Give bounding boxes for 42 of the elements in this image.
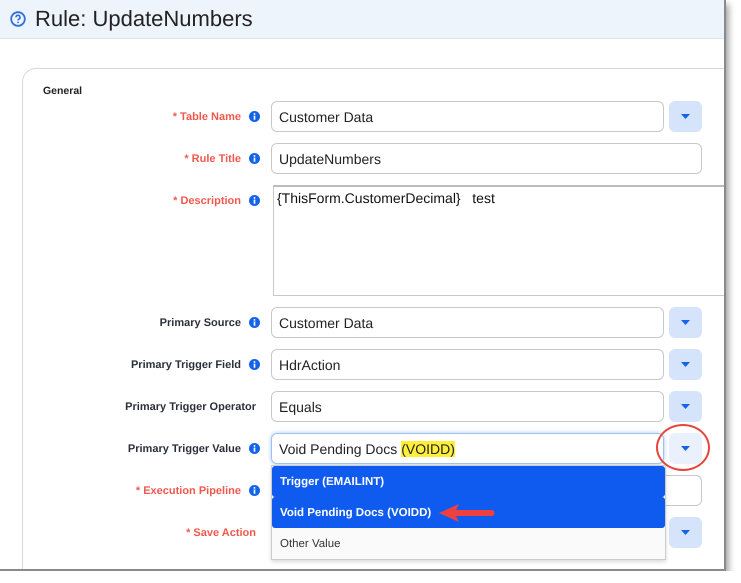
info-icon[interactable] xyxy=(249,317,260,328)
text-field[interactable]: UpdateNumbers xyxy=(271,143,702,174)
select-field[interactable]: Void Pending Docs (VOIDD) xyxy=(271,433,664,464)
description-textarea[interactable]: {ThisForm.CustomerDecimal} test xyxy=(273,185,724,296)
info-icon[interactable] xyxy=(249,485,260,496)
dropdown-button[interactable] xyxy=(669,349,702,380)
select-field[interactable]: Customer Data xyxy=(271,307,664,338)
field-label: Primary Trigger Operator xyxy=(125,400,257,413)
select-field[interactable]: Customer Data xyxy=(271,101,664,132)
help-icon[interactable] xyxy=(10,11,26,27)
field-label: * Execution Pipeline xyxy=(136,484,241,497)
menu-option[interactable]: Other Value xyxy=(272,528,665,559)
select-field[interactable]: Equals xyxy=(271,391,664,422)
dropdown-button[interactable] xyxy=(669,391,702,422)
caret-icon xyxy=(681,362,690,367)
highlighted-text: (VOIDD) xyxy=(401,440,455,456)
info-icon[interactable] xyxy=(249,195,260,206)
info-icon[interactable] xyxy=(249,359,260,370)
page-title: Rule: UpdateNumbers xyxy=(35,6,253,32)
info-icon[interactable] xyxy=(249,443,260,454)
dropdown-button[interactable] xyxy=(669,433,702,464)
caret-icon xyxy=(681,530,690,535)
caret-icon xyxy=(681,404,690,409)
section-title: General xyxy=(43,85,84,97)
menu-option[interactable]: Void Pending Docs (VOIDD) xyxy=(272,497,665,528)
field-label: * Rule Title xyxy=(184,152,241,165)
info-icon[interactable] xyxy=(249,111,260,122)
field-label: * Table Name xyxy=(172,110,241,123)
field-label: * Description xyxy=(173,194,241,207)
caret-icon xyxy=(681,446,690,451)
dropdown-button[interactable] xyxy=(669,517,702,548)
dropdown-button[interactable] xyxy=(669,307,702,338)
caret-icon xyxy=(681,114,690,119)
select-field[interactable]: HdrAction xyxy=(271,349,664,380)
field-label: * Save Action xyxy=(186,526,257,539)
info-icon[interactable] xyxy=(249,153,260,164)
field-label: Primary Source xyxy=(160,316,241,329)
menu-option[interactable]: Trigger (EMAILINT) xyxy=(272,466,665,497)
dropdown-button[interactable] xyxy=(669,101,702,132)
field-label: Primary Trigger Value xyxy=(128,442,241,455)
caret-icon xyxy=(681,320,690,325)
field-label: Primary Trigger Field xyxy=(130,358,241,371)
